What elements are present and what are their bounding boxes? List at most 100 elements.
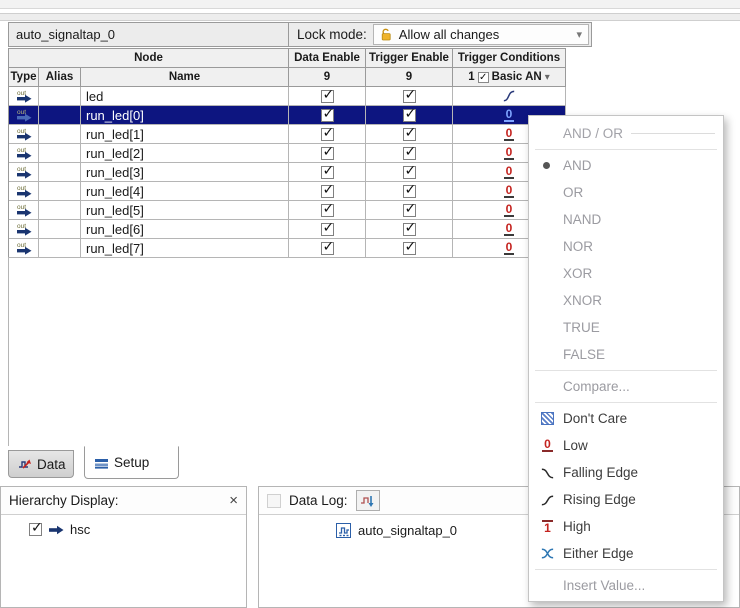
table-row[interactable]: out run_led[5] ✓ ✓ 0 [9,201,566,220]
close-icon[interactable]: × [229,493,238,508]
tab-data[interactable]: Data [8,450,74,478]
data-enable-cell[interactable]: ✓ [289,239,366,258]
menu-item-dont-care[interactable]: Don't Care [529,405,723,432]
alias-cell[interactable] [39,239,81,258]
trigger-enable-cell[interactable]: ✓ [366,239,453,258]
node-name[interactable]: run_led[7] [81,239,289,258]
alias-cell[interactable] [39,106,81,125]
menu-item-either-edge[interactable]: Either Edge [529,540,723,567]
data-enable-cell[interactable]: ✓ [289,201,366,220]
data-enable-cell[interactable]: ✓ [289,144,366,163]
data-log-item-label: auto_signaltap_0 [358,523,457,538]
menu-item-falling-edge[interactable]: Falling Edge [529,459,723,486]
alias-cell[interactable] [39,163,81,182]
trigger-enable-cell[interactable]: ✓ [366,182,453,201]
menu-item-compare[interactable]: Compare... [529,373,723,400]
hierarchy-item-hsc[interactable]: ✓ hsc [1,515,246,537]
svg-text:out: out [17,128,26,135]
table-row[interactable]: out led ✓ ✓ [9,87,566,106]
table-row[interactable]: out run_led[7] ✓ ✓ 0 [9,239,566,258]
data-log-checkbox[interactable] [267,494,281,508]
high-icon: 1 [539,520,556,534]
trigger-cond-checkbox[interactable]: ✓ [478,72,489,83]
hsc-checkbox[interactable]: ✓ [29,523,42,536]
setup-list-icon [94,457,109,469]
menu-item-xnor[interactable]: XNOR [529,287,723,314]
menu-item-low[interactable]: 0 Low [529,432,723,459]
trigger-enable-count: 9 [366,68,453,87]
output-port-icon: out [9,144,39,163]
data-enable-cell[interactable]: ✓ [289,106,366,125]
svg-text:out: out [17,166,26,173]
menu-item-nor[interactable]: NOR [529,233,723,260]
table-row[interactable]: out run_led[6] ✓ ✓ 0 [9,220,566,239]
menu-item-xor[interactable]: XOR [529,260,723,287]
menu-item-or[interactable]: OR [529,179,723,206]
menu-separator [535,149,717,150]
col-header-node: Node [9,49,289,68]
alias-cell[interactable] [39,201,81,220]
node-name[interactable]: run_led[0] [81,106,289,125]
node-name[interactable]: run_led[1] [81,125,289,144]
col-header-trigger-conditions: Trigger Conditions [453,49,566,68]
data-enable-cell[interactable]: ✓ [289,163,366,182]
col-header-type: Type [9,68,39,87]
trigger-enable-cell[interactable]: ✓ [366,163,453,182]
lock-mode-dropdown[interactable]: Allow all changes ▾ [373,24,589,45]
signal-table: Node Data Enable Trigger Enable Trigger … [8,48,566,258]
alias-cell[interactable] [39,125,81,144]
table-row[interactable]: out run_led[2] ✓ ✓ 0 [9,144,566,163]
menu-item-and[interactable]: AND [529,152,723,179]
tab-setup[interactable]: Setup [84,446,179,479]
table-row[interactable]: out run_led[4] ✓ ✓ 0 [9,182,566,201]
alias-cell[interactable] [39,182,81,201]
table-row-selected[interactable]: out run_led[0] ✓ ✓ 0 [9,106,566,125]
trigger-condition-cell-rising-edge[interactable] [453,87,566,106]
output-port-icon: out [9,163,39,182]
col-header-alias: Alias [39,68,81,87]
tab-label: Setup [114,455,149,470]
table-row[interactable]: out run_led[3] ✓ ✓ 0 [9,163,566,182]
menu-item-rising-edge[interactable]: Rising Edge [529,486,723,513]
pane-left-border [8,257,9,446]
alias-cell[interactable] [39,220,81,239]
trigger-cond-value: Basic AN [492,71,542,83]
node-name[interactable]: run_led[6] [81,220,289,239]
trigger-enable-cell[interactable]: ✓ [366,220,453,239]
node-name[interactable]: led [81,87,289,106]
alias-cell[interactable] [39,144,81,163]
chevron-down-icon[interactable]: ▾ [576,28,582,41]
trigger-enable-cell[interactable]: ✓ [366,87,453,106]
menu-item-true[interactable]: TRUE [529,314,723,341]
node-name[interactable]: run_led[4] [81,182,289,201]
trigger-enable-cell[interactable]: ✓ [366,125,453,144]
col-header-name: Name [81,68,289,87]
hierarchy-display-panel: Hierarchy Display: × ✓ hsc [0,486,247,608]
node-name[interactable]: run_led[2] [81,144,289,163]
lock-mode-cell: Lock mode: Allow all changes ▾ [289,23,591,46]
menu-item-nand[interactable]: NAND [529,206,723,233]
data-enable-cell[interactable]: ✓ [289,182,366,201]
trigger-enable-cell[interactable]: ✓ [366,106,453,125]
trigger-enable-cell[interactable]: ✓ [366,144,453,163]
trigger-condition-selector[interactable]: 1 ✓ Basic AN ▾ [453,68,566,87]
menu-item-insert-value[interactable]: Insert Value... [529,572,723,599]
node-name[interactable]: run_led[3] [81,163,289,182]
data-enable-cell[interactable]: ✓ [289,220,366,239]
instance-name[interactable]: auto_signaltap_0 [9,23,289,46]
table-row[interactable]: out run_led[1] ✓ ✓ 0 [9,125,566,144]
menu-separator [535,569,717,570]
svg-text:out: out [17,109,26,116]
trigger-enable-cell[interactable]: ✓ [366,201,453,220]
chevron-down-icon[interactable]: ▾ [545,72,550,83]
toolbar-strip [0,13,740,21]
menu-item-high[interactable]: 1 High [529,513,723,540]
output-port-icon: out [9,87,39,106]
menu-item-false[interactable]: FALSE [529,341,723,368]
hierarchy-item-label: hsc [70,522,90,537]
data-enable-cell[interactable]: ✓ [289,125,366,144]
data-enable-cell[interactable]: ✓ [289,87,366,106]
data-log-capture-button[interactable] [356,490,380,511]
alias-cell[interactable] [39,87,81,106]
node-name[interactable]: run_led[5] [81,201,289,220]
